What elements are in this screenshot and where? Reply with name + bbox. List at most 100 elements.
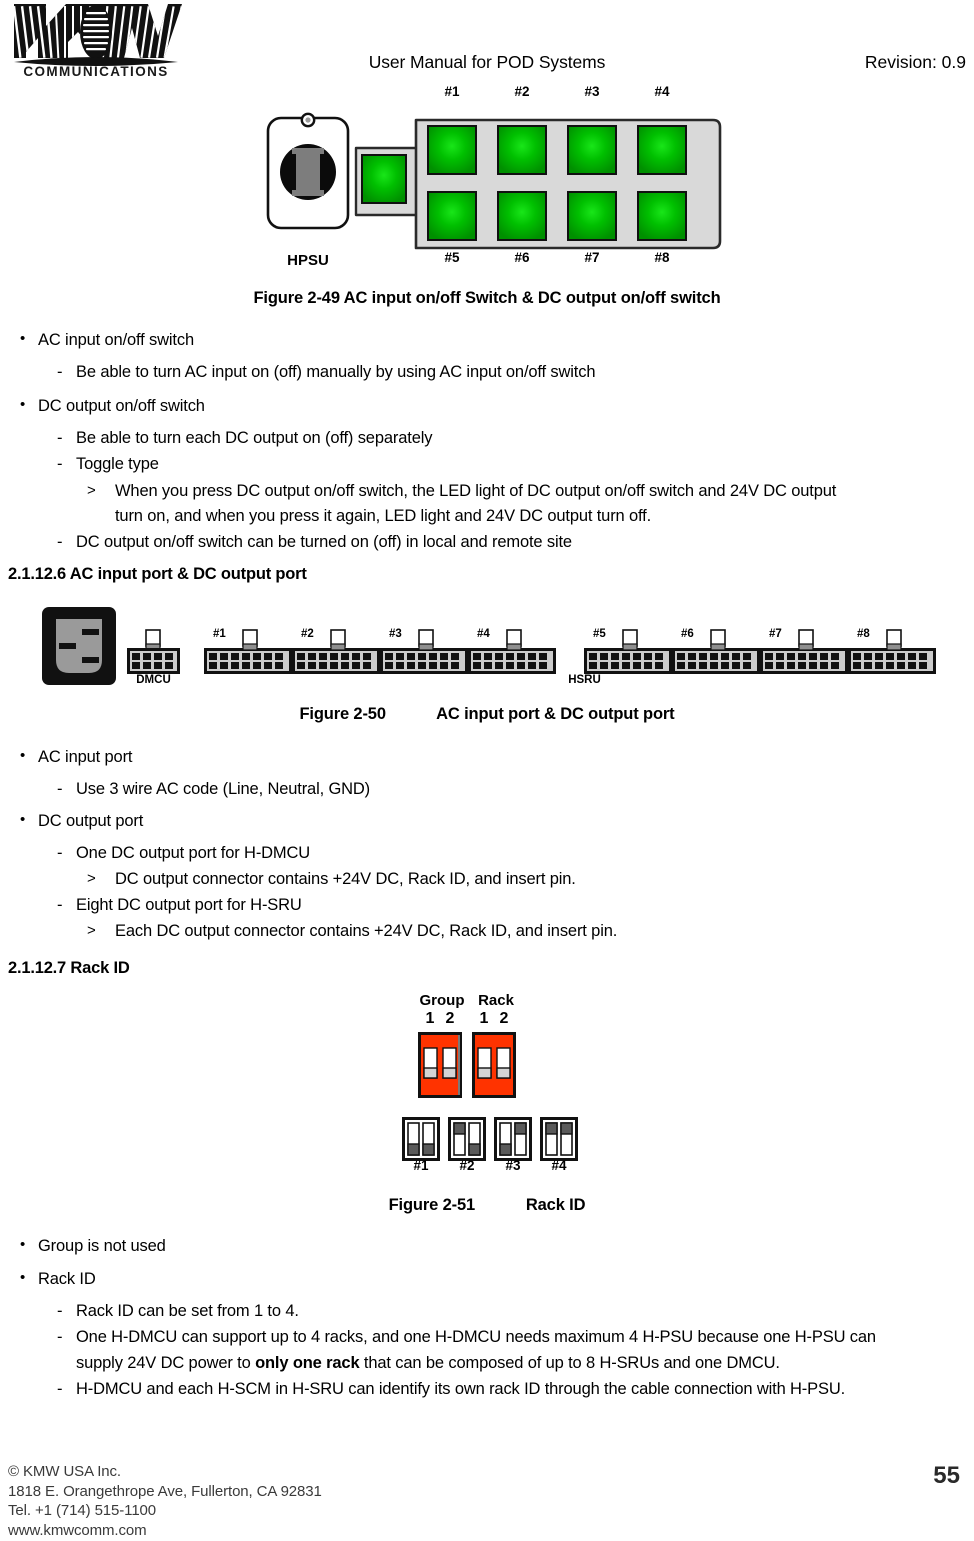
footer-website[interactable]: www.kmwcomm.com xyxy=(8,1521,322,1541)
hpsu-label: HPSU xyxy=(287,252,329,269)
dc-led-5 xyxy=(427,191,477,241)
text-emphasis: only one rack xyxy=(255,1354,360,1372)
port-label-6: #6 xyxy=(681,628,694,640)
bullet-text: Toggle type xyxy=(76,455,159,473)
bullet-rack-id-range: Rack ID can be set from 1 to 4. xyxy=(57,1302,299,1321)
figure-2-49-caption: Figure 2-49 AC input on/off Switch & DC … xyxy=(253,289,721,307)
bullet-text: DC output on/off switch can be turned on… xyxy=(76,533,572,551)
bullet-text: One H-DMCU can support up to 4 racks, an… xyxy=(76,1328,876,1346)
bullet-dc-output-port: DC output port xyxy=(20,811,144,831)
rack-pin-label-2: 2 xyxy=(499,1010,509,1027)
bullet-group-not-used: Group is not used xyxy=(20,1236,166,1256)
group-dip-switch xyxy=(418,1032,462,1098)
figure-2-50-caption-text: AC input port & DC output port xyxy=(436,705,675,723)
port-label-8: #8 xyxy=(857,628,870,640)
rack-id-setting-1 xyxy=(402,1117,440,1161)
dc-label-1: #1 xyxy=(444,84,460,99)
dc-output-bank-b xyxy=(584,629,936,674)
group-pin-label-1: 1 xyxy=(425,1010,435,1027)
dc-label-4: #4 xyxy=(654,84,670,99)
bullet-text: Eight DC output port for H-SRU xyxy=(76,896,302,914)
section-heading-2-1-12-7: 2.1.12.7 Rack ID xyxy=(8,959,130,977)
figure-2-50-caption-number: Figure 2-50 xyxy=(299,705,386,723)
dc-label-5: #5 xyxy=(444,250,460,265)
hpsu-unit xyxy=(266,112,350,230)
bullet-toggle-detail-cont: turn on, and when you press it again, LE… xyxy=(115,507,652,525)
figure-2-49-image: #1 #2 #3 #4 #5 #6 #7 #8 HPSU xyxy=(258,84,728,280)
bullet-text: When you press DC output on/off switch, … xyxy=(115,482,837,500)
dc-label-7: #7 xyxy=(584,250,600,265)
bullet-dc-output-switch: DC output on/off switch xyxy=(20,396,205,416)
page-header: COMMUNICATIONS User Manual for POD Syste… xyxy=(0,0,974,88)
group-pin-label-2: 2 xyxy=(445,1010,455,1027)
rack-dip-switch xyxy=(472,1032,516,1098)
bullet-eight-dc-port-sru: Eight DC output port for H-SRU xyxy=(57,896,302,915)
bullet-each-dc-connector-contains: Each DC output connector contains +24V D… xyxy=(87,922,617,941)
rack-id-label-4: #4 xyxy=(551,1158,567,1173)
bullet-ac-input-port: AC input port xyxy=(20,747,133,767)
bullet-text: Each DC output connector contains +24V D… xyxy=(115,922,618,940)
bullet-text: Use 3 wire AC code (Line, Neutral, GND) xyxy=(76,780,371,798)
bullet-text: AC input on/off switch xyxy=(38,331,194,349)
rack-id-setting-4 xyxy=(540,1117,578,1161)
bullet-toggle-type: Toggle type xyxy=(57,455,159,474)
page-number: 55 xyxy=(933,1462,960,1489)
dc-label-6: #6 xyxy=(514,250,530,265)
dc-led-7 xyxy=(567,191,617,241)
figure-2-51-caption-text: Rack ID xyxy=(525,1196,586,1214)
bullet-rack-id-identify: H-DMCU and each H-SCM in H-SRU can ident… xyxy=(57,1380,845,1399)
rack-id-setting-3 xyxy=(494,1117,532,1161)
text-part-a: supply 24V DC power to xyxy=(76,1354,256,1372)
bullet-ac-wire-code: Use 3 wire AC code (Line, Neutral, GND) xyxy=(57,780,370,799)
section-heading-2-1-12-6: 2.1.12.6 AC input port & DC output port xyxy=(8,565,307,583)
header-revision: Revision: 0.9 xyxy=(864,52,966,72)
dc-label-8: #8 xyxy=(654,250,670,265)
dc-led-4 xyxy=(637,125,687,175)
bullet-dmcu-racks-cont: supply 24V DC power to only one rack tha… xyxy=(76,1354,780,1373)
bullet-dc-local-remote: DC output on/off switch can be turned on… xyxy=(57,533,572,552)
bullet-text: DC output connector contains +24V DC, Ra… xyxy=(115,870,576,888)
bullet-dc-connector-contains: DC output connector contains +24V DC, Ra… xyxy=(87,870,576,889)
figure-2-50-caption: Figure 2-50 AC input port & DC output po… xyxy=(0,705,974,724)
port-label-4: #4 xyxy=(477,628,490,640)
dmcu-connector xyxy=(127,629,180,674)
bullet-text: DC output on/off switch xyxy=(38,397,205,415)
dc-led-2 xyxy=(497,125,547,175)
group-label: Group xyxy=(419,992,465,1009)
dc-led-8 xyxy=(637,191,687,241)
figure-2-50-image: DMCU HSRU #1 #2 #3 #4 #5 #6 #7 #8 xyxy=(36,602,946,697)
ac-inlet-connector xyxy=(42,607,116,685)
rack-label: Rack xyxy=(478,992,514,1009)
dc-label-3: #3 xyxy=(584,84,600,99)
bullet-toggle-detail: When you press DC output on/off switch, … xyxy=(87,482,974,501)
dc-output-bank-a xyxy=(204,629,556,674)
bullet-text: Be able to turn AC input on (off) manual… xyxy=(76,363,596,381)
dc-led-6 xyxy=(497,191,547,241)
bullet-one-dc-port-dmcu: One DC output port for H-DMCU xyxy=(57,844,310,863)
bullet-text: AC input port xyxy=(38,748,133,766)
figure-2-51-caption-number: Figure 2-51 xyxy=(388,1196,476,1214)
dc-output-panel xyxy=(414,118,722,250)
dc-led-1 xyxy=(427,125,477,175)
bullet-dmcu-racks: One H-DMCU can support up to 4 racks, an… xyxy=(57,1328,876,1347)
bullet-dc-output-separate: Be able to turn each DC output on (off) … xyxy=(57,429,432,448)
bullet-ac-input-switch-detail: Be able to turn AC input on (off) manual… xyxy=(57,363,596,382)
rack-id-label-3: #3 xyxy=(505,1158,521,1173)
figure-2-51-image: Group Rack 1 2 1 2 #1 #2 #3 #4 xyxy=(390,992,590,1177)
bullet-ac-input-switch: AC input on/off switch xyxy=(20,330,194,350)
rack-id-label-2: #2 xyxy=(459,1158,475,1173)
port-label-1: #1 xyxy=(213,628,226,640)
bullet-text: DC output port xyxy=(38,812,144,830)
port-label-5: #5 xyxy=(593,628,606,640)
dc-label-2: #2 xyxy=(514,84,530,99)
dmcu-label: DMCU xyxy=(136,674,171,686)
port-label-3: #3 xyxy=(389,628,402,640)
footer-address: 1818 E. Orangethrope Ave, Fullerton, CA … xyxy=(8,1482,322,1500)
bullet-text: H-DMCU and each H-SCM in H-SRU can ident… xyxy=(76,1380,846,1398)
port-label-7: #7 xyxy=(769,628,782,640)
footer-company: © KMW USA Inc. xyxy=(8,1463,122,1480)
footer-telephone: Tel. +1 (714) 515-1100 xyxy=(8,1502,157,1519)
port-label-2: #2 xyxy=(301,628,314,640)
header-title: User Manual for POD Systems xyxy=(368,52,606,72)
bullet-text: Group is not used xyxy=(38,1237,166,1255)
